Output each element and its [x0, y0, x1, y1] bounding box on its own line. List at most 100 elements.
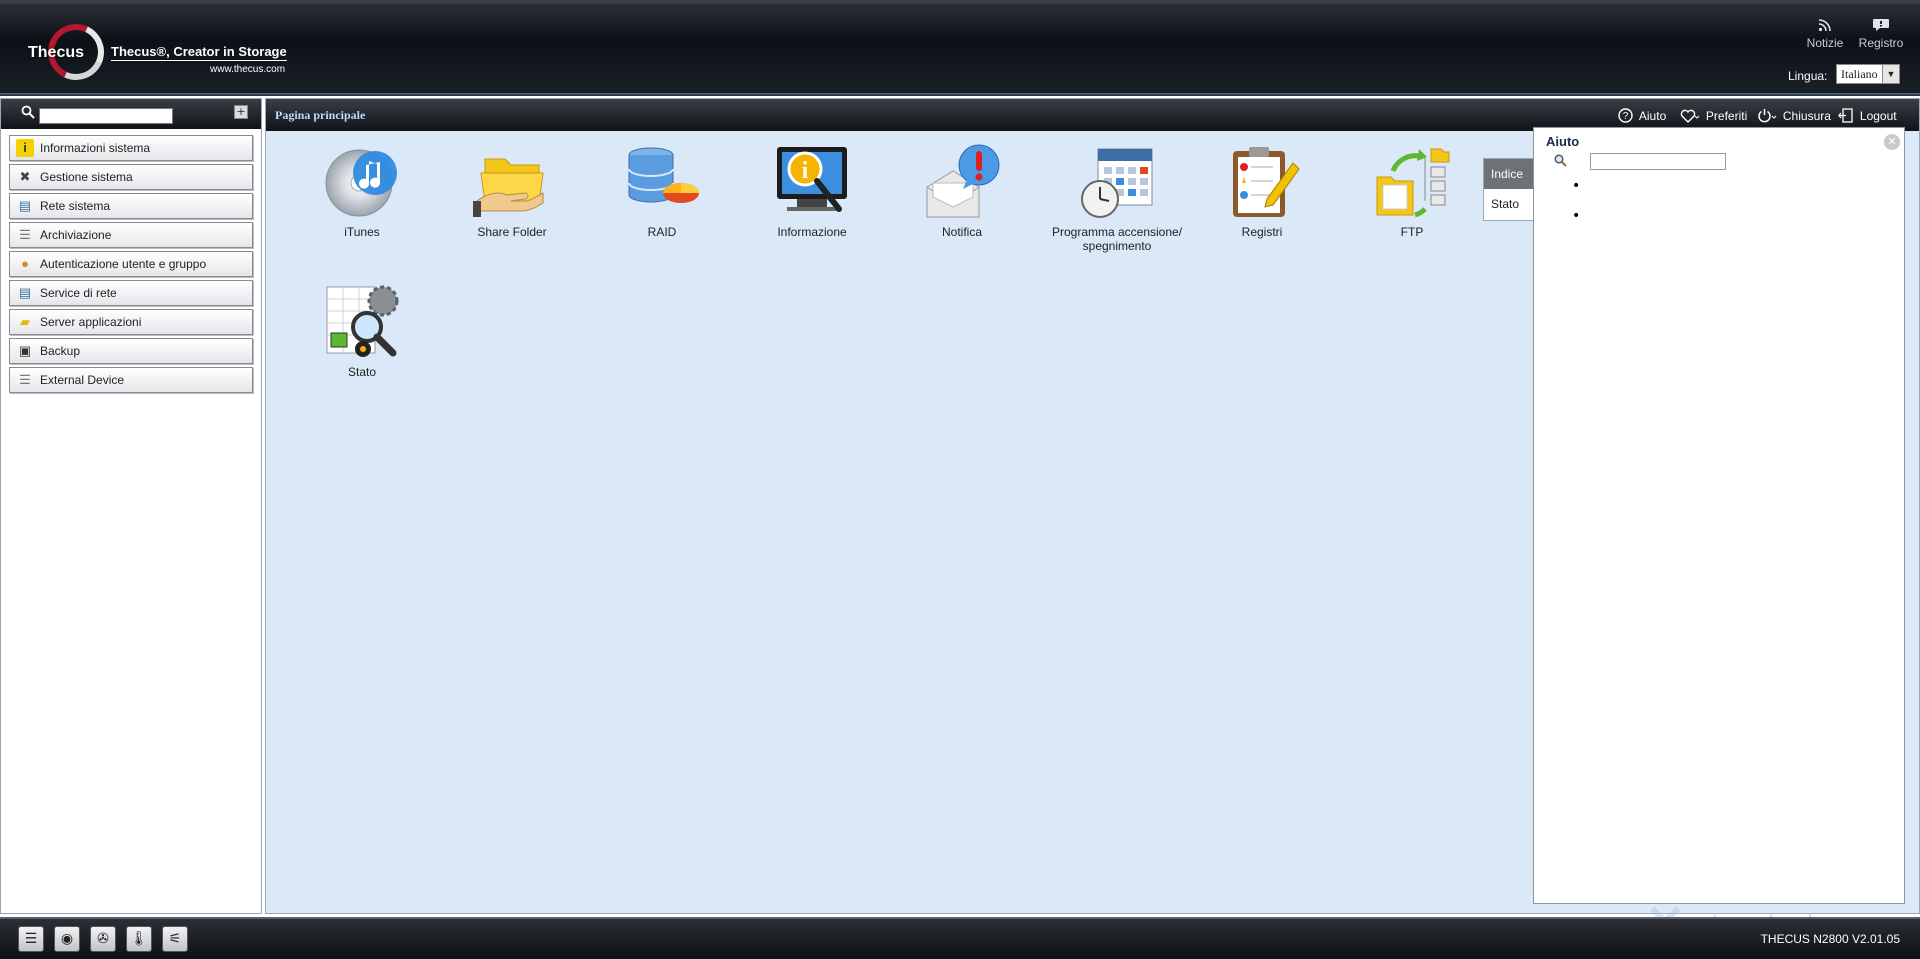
app-information[interactable]: i Informazione	[737, 143, 887, 239]
sidebar-item-label: Gestione sistema	[40, 170, 133, 184]
app-share-folder[interactable]: Share Folder	[437, 143, 587, 239]
sidebar-item-network-service[interactable]: ▤ Service di rete	[9, 280, 253, 306]
help-panel: Aiuto ✕ • •	[1533, 127, 1905, 904]
users-icon: ●	[21, 256, 29, 271]
temperature-icon[interactable]: 🌡	[126, 926, 152, 952]
language-label: Lingua:	[1788, 69, 1828, 83]
app-label: Registri	[1241, 225, 1283, 239]
tools-icon: ✖	[19, 169, 31, 184]
sidebar-item-label: Backup	[40, 344, 81, 358]
sidebar-item-label: Server applicazioni	[40, 315, 142, 329]
sidebar: + i Informazioni sistema ✖ Gestione sist…	[0, 98, 262, 914]
favorites-label: Preferiti	[1705, 109, 1748, 123]
side-tabs: Indice Stato	[1483, 158, 1535, 221]
sidebar-item-system-management[interactable]: ✖ Gestione sistema	[9, 164, 253, 190]
language-value: Italiano	[1841, 67, 1878, 81]
register-label: Registro	[1858, 36, 1904, 50]
raid-icon	[623, 143, 701, 221]
app-status[interactable]: Stato	[287, 283, 437, 379]
logo-brand: Thecus	[28, 44, 85, 61]
sidebar-item-label: Rete sistema	[40, 199, 111, 213]
itunes-icon	[323, 143, 401, 221]
news-link[interactable]: Notizie	[1800, 18, 1850, 50]
help-icon: ?	[1618, 107, 1637, 123]
sidebar-item-user-group-auth[interactable]: ● Autenticazione utente e gruppo	[9, 251, 253, 277]
network-icon: ▤	[18, 198, 32, 213]
sidebar-item-external-device[interactable]: ☰ External Device	[9, 367, 253, 393]
tab-status[interactable]: Stato	[1484, 189, 1534, 219]
search-icon	[1554, 154, 1567, 170]
sidebar-search-bar: +	[1, 99, 261, 129]
storage-icon: ☰	[19, 227, 31, 242]
tab-index[interactable]: Indice	[1484, 159, 1534, 189]
power-icon	[1757, 107, 1781, 123]
favorites-link[interactable]: Preferiti	[1680, 107, 1747, 123]
shutdown-link[interactable]: Chiusura	[1757, 107, 1831, 123]
app-raid[interactable]: RAID	[587, 143, 737, 239]
logout-icon	[1838, 107, 1858, 123]
register-link[interactable]: Registro	[1856, 18, 1906, 50]
app-label: Informazione	[777, 225, 847, 239]
app-schedule-power[interactable]: Programma accensione/ spegnimento	[1037, 143, 1197, 253]
app-label: iTunes	[344, 225, 380, 239]
sidebar-item-storage[interactable]: ☰ Archiviazione	[9, 222, 253, 248]
app-label: Programma accensione/ spegnimento	[1051, 225, 1183, 253]
status-bar: ☰ ◉ ✇ 🌡 ⚟ THECUS N2800 V2.01.05	[0, 917, 1920, 959]
notification-icon	[923, 143, 1001, 221]
sidebar-item-label: Service di rete	[40, 286, 117, 300]
sidebar-item-label: Archiviazione	[40, 228, 112, 242]
help-search-input[interactable]	[1590, 153, 1726, 170]
heart-icon	[1680, 107, 1704, 123]
information-icon: i	[773, 143, 851, 221]
share-folder-icon	[473, 143, 551, 221]
help-list-item[interactable]: •	[1572, 208, 1580, 224]
rss-icon	[1800, 18, 1850, 36]
sidebar-item-system-network[interactable]: ▤ Rete sistema	[9, 193, 253, 219]
ftp-icon	[1373, 143, 1451, 221]
sidebar-item-system-info[interactable]: i Informazioni sistema	[9, 135, 253, 161]
chevron-down-icon: ▼	[1882, 65, 1899, 83]
help-list-item[interactable]: •	[1572, 178, 1580, 194]
close-icon[interactable]: ✕	[1884, 134, 1900, 150]
svg-text:i: i	[802, 158, 809, 184]
help-label: Aiuto	[1638, 109, 1667, 123]
schedule-icon	[1078, 143, 1156, 221]
fan-icon[interactable]: ✇	[90, 926, 116, 952]
info-icon: i	[16, 139, 34, 157]
expand-plus-icon[interactable]: +	[234, 105, 248, 119]
disk-icon[interactable]: ☰	[18, 926, 44, 952]
network-tree-icon[interactable]: ⚟	[162, 926, 188, 952]
sidebar-search-input[interactable]	[39, 108, 173, 124]
sidebar-item-application-server[interactable]: ▰ Server applicazioni	[9, 309, 253, 335]
app-header: Thecus Thecus®, Creator in Storage www.t…	[0, 0, 1920, 96]
sidebar-item-backup[interactable]: ▣ Backup	[9, 338, 253, 364]
language-select[interactable]: Italiano ▼	[1836, 64, 1900, 84]
logo-url: www.thecus.com	[210, 64, 286, 75]
breadcrumb[interactable]: Pagina principale	[275, 108, 365, 123]
svg-text:?: ?	[1623, 111, 1629, 122]
app-itunes[interactable]: iTunes	[287, 143, 437, 239]
help-link[interactable]: ? Aiuto	[1618, 107, 1666, 123]
logout-link[interactable]: Logout	[1838, 107, 1897, 123]
app-label: RAID	[647, 225, 677, 239]
backup-icon: ▣	[18, 343, 32, 358]
search-icon	[21, 105, 35, 123]
sidebar-menu: i Informazioni sistema ✖ Gestione sistem…	[9, 135, 253, 396]
app-logs[interactable]: Registri	[1187, 143, 1337, 239]
thecus-logo: Thecus Thecus®, Creator in Storage www.t…	[28, 16, 298, 88]
external-device-icon: ☰	[19, 372, 31, 387]
app-label: FTP	[1400, 225, 1424, 239]
network-service-icon: ▤	[18, 285, 32, 300]
folder-app-icon: ▰	[20, 314, 30, 329]
app-label: Stato	[347, 365, 377, 379]
sidebar-item-label: External Device	[40, 373, 125, 387]
help-title: Aiuto	[1546, 134, 1580, 149]
sidebar-item-label: Informazioni sistema	[40, 141, 151, 155]
firmware-version: THECUS N2800 V2.01.05	[1760, 932, 1900, 946]
chat-icon	[1856, 18, 1906, 36]
app-notification[interactable]: Notifica	[887, 143, 1037, 239]
app-label: Share Folder	[477, 225, 547, 239]
drive-icon[interactable]: ◉	[54, 926, 80, 952]
app-ftp[interactable]: FTP	[1337, 143, 1487, 239]
sidebar-item-label: Autenticazione utente e gruppo	[40, 257, 207, 271]
